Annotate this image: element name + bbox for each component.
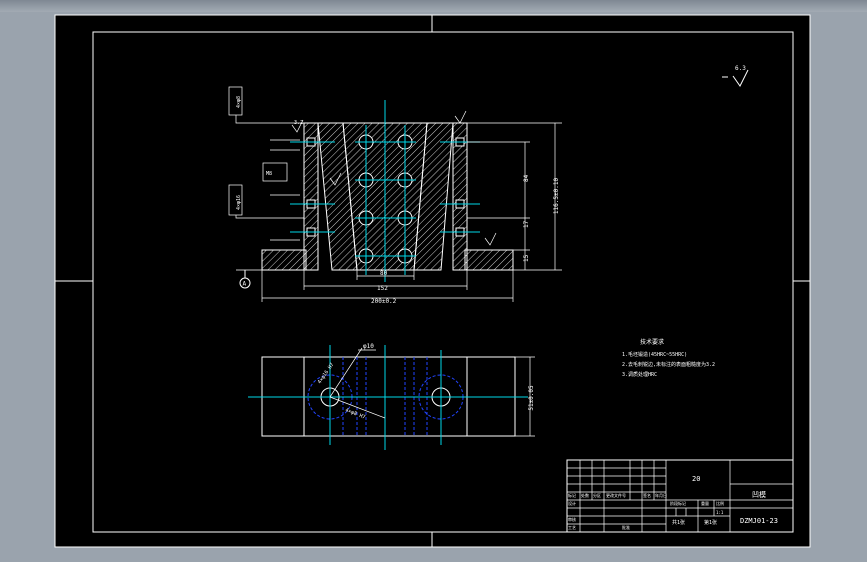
dim-width-200: 200±0.2 — [371, 298, 397, 305]
sheet-outer-border — [54, 14, 811, 548]
label-signature: 签名 — [643, 492, 651, 498]
dim-diameter-10: φ10 — [363, 343, 374, 350]
label-stage: 阶段标记 — [670, 500, 686, 506]
tech-req-3: 3.调质处理HRC — [622, 371, 657, 378]
tech-req-1: 1.毛坯锻造(45HRC~55HRC) — [622, 351, 687, 358]
label-design: 设计 — [568, 500, 576, 506]
flange-hatch-right — [464, 249, 514, 271]
dim-height-84: 84 — [523, 174, 530, 182]
title-drawing-number: DZMJ01-23 — [740, 517, 778, 525]
label-check: 审核 — [568, 516, 576, 522]
label-zone: 分区 — [593, 492, 601, 498]
dim-width-80: 80 — [380, 270, 388, 277]
svg-text:M8: M8 — [266, 171, 272, 177]
label-weight: 重量 — [701, 500, 709, 506]
dim-width-152: 152 — [377, 285, 388, 292]
label-date: 年月日 — [655, 492, 667, 498]
surface-finish-global-value: 6.3 — [735, 65, 746, 72]
cad-window: 6.3 116.5±0.10 84 17 15 80 152 200±0.2 4… — [0, 0, 867, 562]
label-count: 处数 — [581, 492, 589, 498]
dim-height-15: 15 — [523, 254, 530, 262]
tech-req-heading: 技术要求 — [640, 338, 664, 346]
label-scale: 比例 — [716, 500, 724, 506]
sheet-total: 共1张 — [672, 519, 685, 526]
flange-hatch-left — [261, 249, 307, 271]
dim-height-17: 17 — [523, 220, 530, 228]
tech-req-2: 2.去毛刺锐边,未标注的表面粗糙度为3.2 — [622, 361, 715, 368]
label-change-doc: 更改文件号 — [606, 492, 626, 498]
surface-local-value: 3.2 — [294, 120, 303, 126]
svg-text:4×φ8: 4×φ8 — [236, 96, 242, 108]
datum-a-label: A — [243, 281, 247, 288]
sheet-number: 第1张 — [704, 519, 717, 526]
cad-drawing-canvas[interactable]: 6.3 116.5±0.10 84 17 15 80 152 200±0.2 4… — [0, 0, 867, 562]
title-qty: 20 — [692, 475, 700, 483]
title-part-name: 凹模 — [752, 490, 766, 499]
label-process: 工艺 — [568, 525, 576, 530]
svg-text:4×φ16: 4×φ16 — [236, 195, 242, 210]
label-approve: 批准 — [622, 524, 630, 530]
label-mark: 标记 — [568, 492, 576, 498]
dim-total-height: 116.5±0.10 — [553, 178, 560, 215]
dim-plan-width: 51±0.05 — [528, 385, 535, 411]
value-scale: 1:1 — [716, 510, 724, 515]
